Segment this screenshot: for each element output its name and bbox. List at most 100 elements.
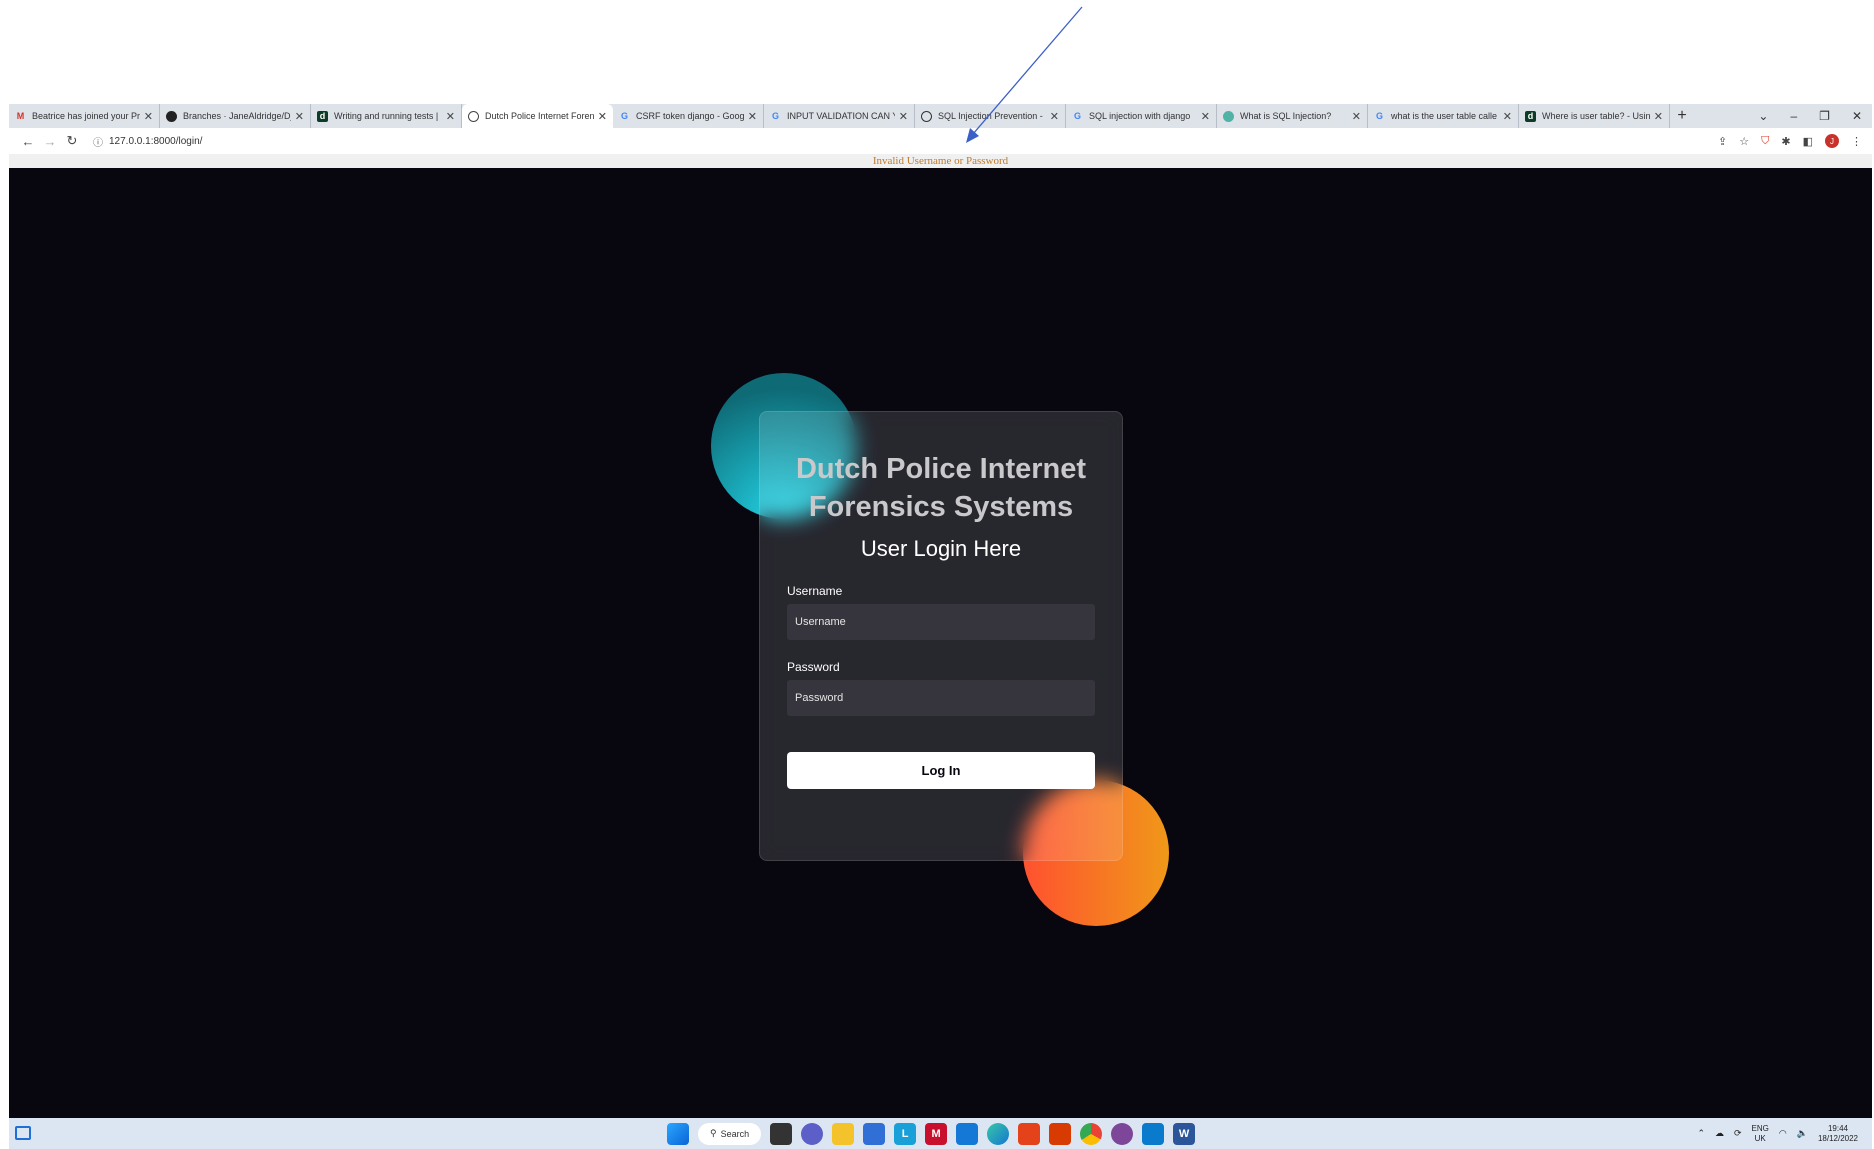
restore-icon[interactable]: ❐ — [1819, 109, 1830, 123]
gmail-icon: M — [16, 111, 25, 121]
page-title: Dutch Police Internet Forensics Systems — [795, 453, 1087, 523]
date-text: 18/12/2022 — [1817, 1133, 1858, 1143]
login-form: Dutch Police Internet Forensics Systems … — [759, 411, 1123, 861]
teams-chat-icon[interactable] — [801, 1122, 824, 1145]
username-label: Username — [787, 584, 843, 598]
clock[interactable]: 19:44 18/12/2022 — [1818, 1124, 1858, 1144]
new-tab-button[interactable]: + — [1670, 107, 1694, 125]
time-text: 19:44 — [1827, 1123, 1848, 1133]
menu-kebab-icon[interactable]: ⋮ — [1851, 135, 1862, 148]
github-icon — [166, 110, 177, 122]
language-text: ENG — [1751, 1123, 1769, 1133]
side-panel-icon[interactable]: ◧ — [1803, 135, 1813, 148]
django-icon: d — [1525, 110, 1536, 122]
taskbar-apps: ⚲ Search L M W — [667, 1121, 1196, 1146]
file-explorer-icon[interactable] — [832, 1122, 855, 1145]
close-icon[interactable]: ✕ — [899, 110, 908, 123]
username-input[interactable] — [787, 604, 1095, 640]
browser-window: M Beatrice has joined your Pr ✕ Branches… — [9, 104, 1872, 1118]
tab-title: Branches · JaneAldridge/Dj — [183, 111, 291, 121]
store-icon[interactable] — [863, 1122, 886, 1145]
address-bar[interactable]: ⓘ 127.0.0.1:8000/login/ — [93, 134, 202, 149]
tab-title: Writing and running tests | — [334, 111, 439, 121]
reload-icon[interactable]: ↻ — [61, 133, 83, 149]
tab-title: Beatrice has joined your Pr — [32, 111, 140, 121]
close-icon[interactable]: ✕ — [144, 110, 153, 123]
close-icon[interactable]: ✕ — [1654, 110, 1663, 123]
edge-icon[interactable] — [987, 1122, 1010, 1145]
browser-tab[interactable]: d Writing and running tests | ✕ — [311, 104, 462, 128]
back-icon[interactable]: ← — [17, 134, 39, 149]
app-l-icon[interactable]: L — [894, 1122, 917, 1145]
tor-icon[interactable] — [1111, 1122, 1134, 1145]
profile-avatar[interactable]: J — [1825, 134, 1839, 148]
close-icon[interactable]: ✕ — [1503, 110, 1512, 123]
site-info-icon[interactable]: ⓘ — [93, 134, 103, 149]
mcafee-icon[interactable]: M — [925, 1122, 948, 1145]
browser-tab-active[interactable]: Dutch Police Internet Foren ✕ — [462, 104, 613, 128]
browser-tab[interactable]: G CSRF token django - Goog ✕ — [613, 104, 764, 128]
tab-search-icon[interactable]: ⌄ — [1758, 109, 1768, 123]
close-icon[interactable]: ✕ — [598, 110, 607, 123]
tab-title: CSRF token django - Goog — [636, 111, 744, 121]
close-icon[interactable]: ✕ — [446, 110, 455, 123]
start-windows-icon[interactable] — [667, 1122, 689, 1145]
close-icon[interactable]: ✕ — [1201, 110, 1210, 123]
extensions-puzzle-icon[interactable]: ✱ — [1781, 135, 1790, 148]
owasp-icon — [921, 110, 932, 122]
sync-icon[interactable]: ⟳ — [1734, 1128, 1742, 1139]
tab-title: INPUT VALIDATION CAN Y — [787, 111, 895, 121]
vscode-icon[interactable] — [1142, 1122, 1165, 1145]
volume-icon[interactable]: 🔈 — [1797, 1128, 1808, 1139]
close-icon[interactable]: ✕ — [1352, 110, 1361, 123]
office-icon-2[interactable] — [1049, 1122, 1072, 1145]
login-page: Dutch Police Internet Forensics Systems … — [9, 168, 1872, 1118]
search-label: Search — [720, 1128, 750, 1139]
password-input[interactable] — [787, 680, 1095, 716]
browser-tab[interactable]: SQL Injection Prevention - ✕ — [915, 104, 1066, 128]
extension-shield-icon[interactable]: ⛉ — [1761, 135, 1769, 148]
globe-icon — [468, 110, 479, 122]
login-button[interactable]: Log In — [787, 752, 1095, 789]
windows-taskbar: ⚲ Search L M W ⌃ ☁ ⟳ ENG UK ◠ 🔈 19:44 18… — [9, 1118, 1872, 1149]
close-icon[interactable]: ✕ — [1050, 110, 1059, 123]
language-indicator[interactable]: ENG UK — [1752, 1124, 1769, 1144]
close-icon[interactable]: ✕ — [748, 110, 757, 123]
close-icon[interactable]: ✕ — [295, 110, 304, 123]
error-message: Invalid Username or Password — [9, 154, 1872, 168]
close-window-icon[interactable]: ✕ — [1852, 109, 1862, 123]
browser-toolbar: ← → ↻ ⓘ 127.0.0.1:8000/login/ ⇪ ☆ ⛉ ✱ ◧ … — [9, 128, 1872, 154]
share-icon[interactable]: ⇪ — [1718, 135, 1727, 148]
browser-tab[interactable]: What is SQL Injection? ✕ — [1217, 104, 1368, 128]
tab-title: SQL injection with django — [1089, 111, 1191, 121]
onedrive-icon[interactable]: ☁ — [1715, 1128, 1724, 1139]
forward-icon[interactable]: → — [39, 134, 61, 149]
minimize-icon[interactable]: – — [1790, 109, 1797, 123]
bookmark-star-icon[interactable]: ☆ — [1739, 135, 1749, 148]
site-icon — [1223, 110, 1234, 122]
mail-icon[interactable] — [956, 1122, 979, 1145]
word-icon[interactable]: W — [1173, 1122, 1196, 1145]
widgets-icon[interactable] — [15, 1126, 31, 1140]
google-icon: G — [620, 111, 628, 121]
browser-tab[interactable]: M Beatrice has joined your Pr ✕ — [9, 104, 160, 128]
office-icon[interactable] — [1018, 1122, 1041, 1145]
annotation-area — [0, 0, 1874, 104]
tab-title: SQL Injection Prevention - — [938, 111, 1043, 121]
browser-tab[interactable]: G what is the user table calle ✕ — [1368, 104, 1519, 128]
taskbar-search[interactable]: ⚲ Search — [698, 1122, 762, 1145]
wifi-icon[interactable]: ◠ — [1779, 1128, 1787, 1139]
toolbar-actions: ⇪ ☆ ⛉ ✱ ◧ J ⋮ — [1718, 128, 1862, 154]
browser-tab[interactable]: Branches · JaneAldridge/Dj ✕ — [160, 104, 311, 128]
tab-title: What is SQL Injection? — [1240, 111, 1332, 121]
chevron-up-icon[interactable]: ⌃ — [1697, 1128, 1705, 1139]
browser-tab[interactable]: d Where is user table? - Usin ✕ — [1519, 104, 1670, 128]
tab-title: Where is user table? - Usin — [1542, 111, 1650, 121]
search-icon: ⚲ — [710, 1128, 717, 1138]
django-icon: d — [317, 110, 328, 122]
task-view-icon[interactable] — [770, 1122, 793, 1145]
chrome-icon[interactable] — [1080, 1122, 1103, 1145]
google-icon: G — [771, 111, 779, 121]
browser-tab[interactable]: G SQL injection with django ✕ — [1066, 104, 1217, 128]
browser-tab[interactable]: G INPUT VALIDATION CAN Y ✕ — [764, 104, 915, 128]
